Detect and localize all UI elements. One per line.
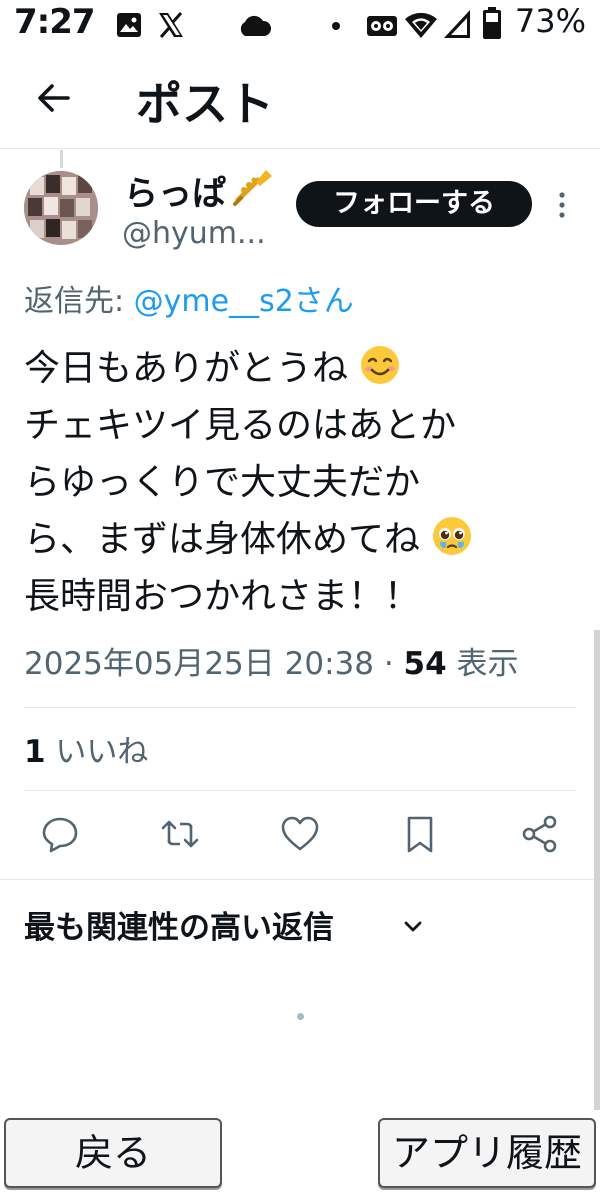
cloud-icon <box>240 15 272 36</box>
battery-percent: 73% <box>514 2 586 40</box>
status-time: 7:27 <box>14 2 96 42</box>
post-meta: 2025年05月25日 20:38 · 54 表示 <box>24 638 519 683</box>
wifi-icon <box>405 12 437 39</box>
page-title: ポスト <box>136 77 274 131</box>
like-heart-icon[interactable] <box>280 814 320 854</box>
pleading-face-emoji-icon <box>433 517 472 555</box>
display-name[interactable]: らっぱ <box>124 166 226 215</box>
chevron-down-icon[interactable] <box>400 914 426 940</box>
divider <box>24 790 576 791</box>
tweet-line: 長時間おつかれさま！！ <box>24 576 421 617</box>
views-count: 54 <box>403 646 447 682</box>
post-timestamp[interactable]: 2025年05月25日 20:38 · <box>24 646 404 682</box>
reply-to: 返信先: @yme__s2さん <box>24 276 354 320</box>
image-icon <box>117 13 141 37</box>
share-icon[interactable] <box>520 814 560 854</box>
status-bar: 7:27 73% <box>0 0 600 52</box>
back-arrow-icon[interactable] <box>34 78 74 118</box>
more-options-icon[interactable] <box>556 190 568 220</box>
likes-count: 1 <box>24 734 46 770</box>
back-button[interactable]: 戻る <box>4 1118 222 1188</box>
tweet-line-text: 今日もありがとうね <box>24 348 349 389</box>
user-handle[interactable]: @hyum... <box>122 216 266 251</box>
avatar[interactable] <box>24 171 98 245</box>
tweet-text: 今日もありがとうね チェキツイ見るのはあとか らゆっくりで大丈夫だか ら、まずは… <box>24 340 584 625</box>
x-icon <box>159 12 183 38</box>
app-history-button[interactable]: アプリ履歴 <box>378 1118 596 1188</box>
dot-icon <box>332 22 340 30</box>
scrollbar[interactable] <box>594 630 600 1110</box>
divider <box>24 707 576 708</box>
trumpet-icon <box>233 170 272 206</box>
reply-to-label: 返信先: <box>24 284 125 319</box>
repost-icon[interactable] <box>160 814 200 854</box>
thread-line <box>60 150 63 168</box>
header-divider <box>0 148 600 149</box>
tweet-line: らゆっくりで大丈夫だか <box>24 462 421 503</box>
tweet-line-text: ら、まずは身体休めてね <box>24 519 421 560</box>
loading-dot <box>297 1013 304 1020</box>
follow-button[interactable]: フォローする <box>296 181 532 227</box>
battery-icon <box>483 7 501 39</box>
reply-icon[interactable] <box>40 814 80 854</box>
views-label: 表示 <box>446 646 519 682</box>
signal-icon <box>444 10 470 38</box>
reply-to-mention[interactable]: @yme__s2さん <box>134 284 354 319</box>
tweet-line: ら、まずは身体休めてね <box>24 511 584 568</box>
tweet-line: チェキツイ見るのはあとか <box>24 405 457 446</box>
bookmark-icon[interactable] <box>400 814 440 854</box>
likes-label: いいね <box>45 734 149 770</box>
tweet-line: 今日もありがとうね <box>24 340 584 397</box>
likes-summary[interactable]: 1 いいね <box>24 726 148 771</box>
replies-sort-label[interactable]: 最も関連性の高い返信 <box>24 902 334 947</box>
smiling-face-emoji-icon <box>361 346 400 384</box>
voicemail-icon <box>367 16 397 36</box>
avatar-photo-icon <box>24 171 98 245</box>
divider <box>0 879 600 880</box>
